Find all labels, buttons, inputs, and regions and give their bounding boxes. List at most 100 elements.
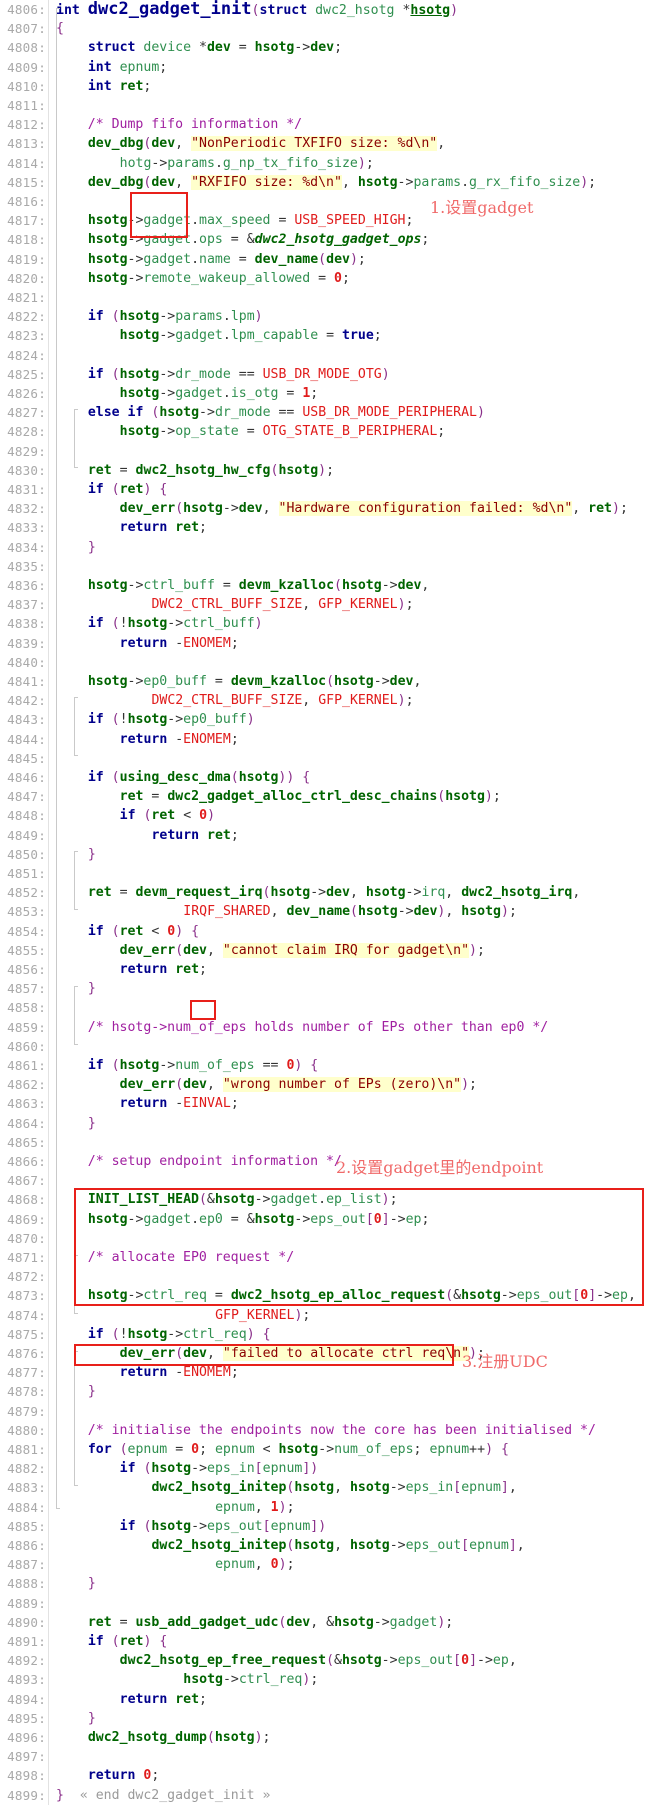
fold-guide-for-4881-bot bbox=[74, 1485, 78, 1486]
code-line: 4814 hotg->params.g_np_tx_fifo_size); bbox=[0, 153, 650, 173]
code-line: 4884 epnum, 1); bbox=[0, 1497, 650, 1517]
line-number: 4841 bbox=[0, 672, 46, 691]
line-number: 4830 bbox=[0, 461, 46, 480]
fold-guide-if-4854 bbox=[74, 851, 75, 909]
gutter-separator bbox=[48, 1152, 49, 1172]
line-number: 4867 bbox=[0, 1171, 46, 1190]
code-line: 4842 DWC2_CTRL_BUFF_SIZE, GFP_KERNEL); bbox=[0, 691, 650, 711]
code-text: if (using_desc_dma(hsotg)) { bbox=[87, 770, 311, 785]
annotation-2: 2.设置gadget里的endpoint bbox=[336, 1158, 544, 1177]
gutter-separator bbox=[48, 710, 49, 730]
line-number: 4888 bbox=[0, 1574, 46, 1593]
gutter-separator bbox=[48, 1478, 49, 1498]
line-number: 4895 bbox=[0, 1709, 46, 1728]
code-text: hsotg->ctrl_req); bbox=[183, 1672, 319, 1688]
code-text: int ret; bbox=[87, 78, 152, 94]
code-line: 4824 bbox=[0, 345, 650, 365]
code-line: 4885 if (hsotg->eps_out[epnum]) bbox=[0, 1516, 650, 1536]
code-text: dev_err(dev, "failed to allocate ctrl re… bbox=[119, 1346, 485, 1361]
code-text: ret = dwc2_gadget_alloc_ctrl_desc_chains… bbox=[119, 789, 501, 805]
line-number: 4852 bbox=[0, 883, 46, 902]
fold-guide-if-4854-bot bbox=[74, 909, 78, 910]
code-text: return ret; bbox=[119, 962, 207, 977]
gutter-separator bbox=[48, 1574, 49, 1594]
gutter-separator bbox=[48, 1248, 49, 1268]
gutter-separator bbox=[48, 1651, 49, 1671]
line-number: 4840 bbox=[0, 653, 46, 672]
line-number: 4846 bbox=[0, 768, 46, 787]
gutter-separator bbox=[48, 230, 49, 250]
gutter-separator bbox=[48, 1094, 49, 1114]
line-number: 4880 bbox=[0, 1421, 46, 1440]
gutter-separator bbox=[48, 1708, 49, 1728]
code-line: 4897 bbox=[0, 1747, 650, 1767]
line-number: 4825 bbox=[0, 365, 46, 384]
code-line: 4828 hsotg->op_state = OTG_STATE_B_PERIP… bbox=[0, 422, 650, 442]
line-number: 4826 bbox=[0, 384, 46, 403]
code-text: hsotg->gadget.is_otg = 1; bbox=[119, 386, 319, 401]
code-line: 4878 } bbox=[0, 1382, 650, 1402]
gutter-separator bbox=[48, 1363, 49, 1383]
gutter-separator bbox=[48, 921, 49, 941]
gutter-separator bbox=[48, 1401, 49, 1421]
line-number: 4822 bbox=[0, 307, 46, 326]
code-line: 4877 return -ENOMEM; bbox=[0, 1363, 650, 1383]
code-text: return ret; bbox=[119, 1691, 207, 1707]
code-line: 4880 /* initialise the endpoints now the… bbox=[0, 1420, 650, 1440]
code-line: 4898 return 0; bbox=[0, 1766, 650, 1786]
gutter-separator bbox=[48, 633, 49, 653]
code-text: dev_err(dev, "wrong number of EPs (zero)… bbox=[119, 1077, 477, 1093]
code-line: 4888 } bbox=[0, 1574, 650, 1594]
code-text: hsotg->gadget.ep0 = &hsotg->eps_out[0]->… bbox=[87, 1211, 430, 1227]
line-number: 4878 bbox=[0, 1382, 46, 1401]
line-number: 4832 bbox=[0, 499, 46, 518]
code-text: /* Dump fifo information */ bbox=[56, 117, 303, 133]
code-line: 4833 return ret; bbox=[0, 518, 650, 538]
line-number: 4842 bbox=[0, 691, 46, 710]
code-line: 4879 bbox=[0, 1401, 650, 1421]
code-line: 4882 if (hsotg->eps_in[epnum]) bbox=[0, 1459, 650, 1479]
code-text: epnum, 0); bbox=[215, 1557, 295, 1573]
code-line: 4812 /* Dump fifo information */ bbox=[0, 115, 650, 135]
gutter-separator bbox=[48, 134, 49, 154]
fold-guide-if-4846-top bbox=[74, 697, 78, 698]
code-text: dev_dbg(dev, "RXFIFO size: %d\n", hsotg-… bbox=[87, 174, 597, 190]
line-number: 4833 bbox=[0, 518, 46, 537]
line-number: 4828 bbox=[0, 422, 46, 441]
line-number: 4861 bbox=[0, 1056, 46, 1075]
line-number: 4854 bbox=[0, 922, 46, 941]
gutter-separator bbox=[48, 1324, 49, 1344]
code-text: dwc2_hsotg_ep_free_request(&hsotg->eps_o… bbox=[119, 1653, 517, 1669]
line-number: 4881 bbox=[0, 1440, 46, 1459]
code-line: 4851 bbox=[0, 864, 650, 884]
code-line: 4894 return ret; bbox=[0, 1689, 650, 1709]
gutter-separator bbox=[48, 19, 49, 39]
code-viewer[interactable]: 4806 int dwc2_gadget_init(struct dwc2_hso… bbox=[0, 0, 650, 1805]
gutter-separator bbox=[48, 422, 49, 442]
fold-guide-if-4831-top bbox=[74, 409, 78, 410]
gutter-separator bbox=[48, 1497, 49, 1517]
code-line: 4856 return ret; bbox=[0, 960, 650, 980]
code-text: } bbox=[87, 1384, 96, 1400]
code-text: dwc2_hsotg_initep(hsotg, hsotg->eps_in[e… bbox=[151, 1480, 517, 1496]
line-number: 4876 bbox=[0, 1344, 46, 1363]
gutter-separator bbox=[48, 403, 49, 423]
gutter-separator bbox=[48, 0, 49, 20]
code-line: 4832 dev_err(hsotg->dev, "Hardware confi… bbox=[0, 499, 650, 519]
gutter-separator bbox=[48, 1766, 49, 1786]
code-text: if (!hsotg->ctrl_req) { bbox=[87, 1326, 271, 1342]
line-number: 4815 bbox=[0, 173, 46, 192]
fold-guide-if-4854-top bbox=[74, 851, 78, 852]
gutter-separator bbox=[48, 1132, 49, 1152]
code-line: 4853 IRQF_SHARED, dev_name(hsotg->dev), … bbox=[0, 902, 650, 922]
gutter-separator bbox=[48, 384, 49, 404]
code-line: 4821 bbox=[0, 288, 650, 308]
gutter-separator bbox=[48, 1747, 49, 1767]
code-line: 4896 dwc2_hsotg_dump(hsotg); bbox=[0, 1728, 650, 1748]
code-text: if (hsotg->eps_out[epnum]) bbox=[119, 1518, 327, 1534]
code-text: dev_dbg(dev, "NonPeriodic TXFIFO size: %… bbox=[87, 136, 446, 152]
gutter-separator bbox=[48, 1689, 49, 1709]
line-number: 4834 bbox=[0, 538, 46, 557]
gutter-separator bbox=[48, 57, 49, 77]
code-text: struct device *dev = hsotg->dev; bbox=[87, 40, 343, 56]
